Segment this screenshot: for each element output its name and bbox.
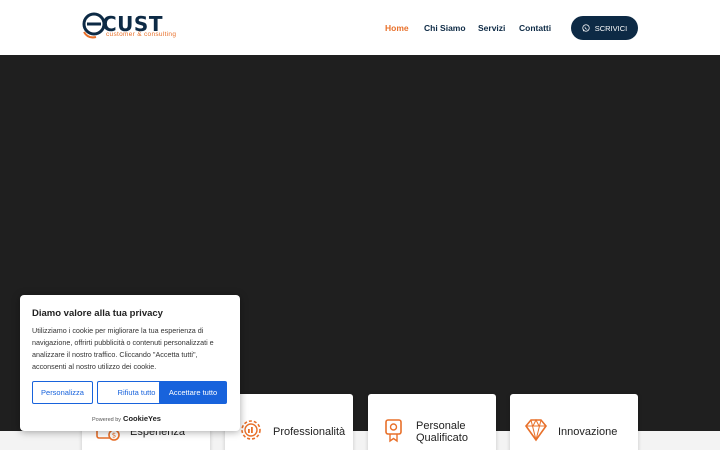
gear-chart-icon: [241, 420, 261, 440]
nav-chi-siamo[interactable]: Chi Siamo: [424, 23, 466, 33]
feature-card-innovazione: Innovazione: [510, 394, 638, 450]
badge-icon: [385, 419, 402, 443]
logo-tagline: customer & consulting: [106, 31, 177, 38]
scrivici-label: SCRIVICI: [594, 23, 628, 33]
feature-label: Professionalità: [273, 426, 346, 438]
customize-button[interactable]: Personalizza: [32, 381, 93, 404]
logo[interactable]: CUST customer & consulting: [82, 10, 176, 42]
nav-contatti[interactable]: Contatti: [519, 23, 551, 33]
feature-label-line1: Personale: [416, 420, 466, 432]
nav-servizi[interactable]: Servizi: [478, 23, 505, 33]
feature-label-line2: Qualificato: [416, 432, 468, 444]
accept-all-button[interactable]: Accettare tutto: [159, 381, 227, 404]
feature-card-personale-qualificato: Personale Qualificato: [368, 394, 496, 450]
feature-card-professionalita: Professionalità: [225, 394, 353, 450]
feature-label: Innovazione: [558, 426, 618, 438]
site-header: CUST customer & consulting Home Chi Siam…: [0, 0, 720, 55]
cookieyes-logo[interactable]: CookieYes: [123, 414, 161, 423]
diamond-icon: [524, 418, 548, 442]
powered-by: Powered by CookieYes: [92, 414, 161, 423]
powered-by-prefix: Powered by: [92, 417, 122, 423]
nav-home[interactable]: Home: [385, 23, 409, 33]
scrivici-button[interactable]: SCRIVICI: [571, 16, 638, 40]
whatsapp-icon: [582, 24, 590, 32]
cookie-description: Utilizziamo i cookie per migliorare la t…: [32, 326, 214, 371]
cookie-consent-dialog: Diamo valore alla tua privacy Utilizziam…: [20, 295, 240, 431]
svg-text:$: $: [112, 432, 116, 440]
cookie-title: Diamo valore alla tua privacy: [32, 308, 163, 319]
